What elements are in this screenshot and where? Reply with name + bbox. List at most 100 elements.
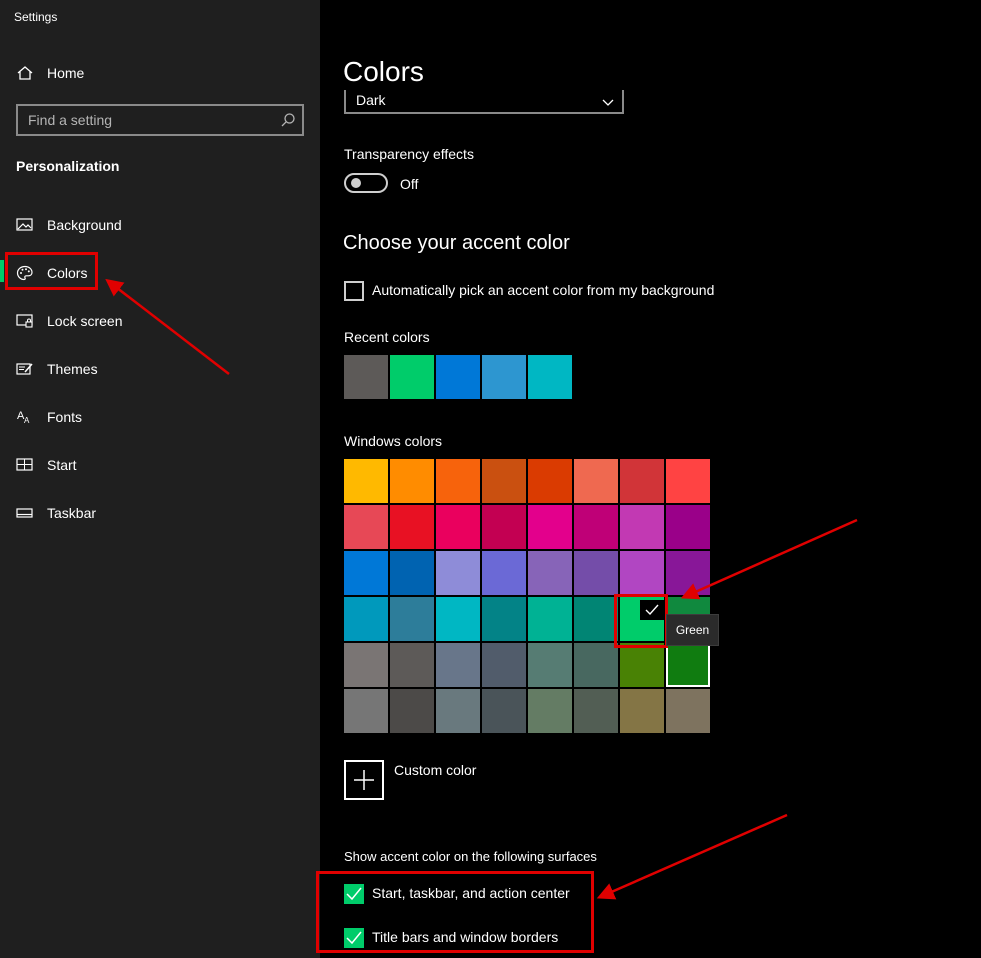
windows-color-swatch[interactable] xyxy=(528,643,572,687)
main-panel: Colors Dark Transparency effects Off Cho… xyxy=(320,0,981,958)
windows-color-swatch[interactable] xyxy=(666,689,710,733)
windows-color-swatch[interactable] xyxy=(528,505,572,549)
home-icon xyxy=(16,65,34,81)
auto-pick-label: Automatically pick an accent color from … xyxy=(372,282,715,298)
windows-color-swatch[interactable] xyxy=(482,551,526,595)
windows-color-swatch[interactable] xyxy=(390,505,434,549)
windows-color-swatch[interactable] xyxy=(574,459,618,503)
sidebar-item-taskbar[interactable]: Taskbar xyxy=(0,493,320,533)
section-heading: Personalization xyxy=(16,158,120,174)
windows-color-swatch[interactable] xyxy=(620,459,664,503)
windows-color-swatch[interactable] xyxy=(528,689,572,733)
windows-color-swatch[interactable] xyxy=(666,459,710,503)
sidebar-item-home[interactable]: Home xyxy=(0,53,320,93)
windows-color-swatch[interactable] xyxy=(528,459,572,503)
annotation-box-colors xyxy=(5,252,98,290)
windows-color-swatch[interactable] xyxy=(436,689,480,733)
windows-color-swatch[interactable] xyxy=(390,689,434,733)
sidebar-item-label: Background xyxy=(47,217,122,233)
windows-color-swatch[interactable] xyxy=(666,551,710,595)
plus-icon xyxy=(354,770,374,790)
color-mode-dropdown[interactable]: Dark xyxy=(344,90,624,114)
recent-colors-label: Recent colors xyxy=(344,329,430,345)
windows-color-swatch[interactable] xyxy=(344,597,388,641)
checkmark-icon xyxy=(640,600,664,620)
windows-color-swatch[interactable] xyxy=(390,551,434,595)
sidebar-item-themes[interactable]: Themes xyxy=(0,349,320,389)
windows-color-swatch[interactable] xyxy=(482,597,526,641)
sidebar-item-start[interactable]: Start xyxy=(0,445,320,485)
windows-color-swatch[interactable] xyxy=(482,505,526,549)
recent-color-swatch[interactable] xyxy=(528,355,572,399)
sidebar-item-lock-screen[interactable]: Lock screen xyxy=(0,301,320,341)
sidebar-item-label: Themes xyxy=(47,361,98,377)
sidebar: Settings Home Personalization Background… xyxy=(0,0,320,958)
app-title: Settings xyxy=(14,10,58,24)
sidebar-item-label: Home xyxy=(47,65,85,81)
recent-color-swatch[interactable] xyxy=(390,355,434,399)
windows-color-swatch[interactable] xyxy=(482,459,526,503)
windows-color-swatch[interactable] xyxy=(574,551,618,595)
sidebar-item-background[interactable]: Background xyxy=(0,205,320,245)
auto-pick-checkbox[interactable] xyxy=(344,281,364,301)
windows-color-swatch[interactable] xyxy=(528,597,572,641)
annotation-box-surfaces xyxy=(316,871,594,953)
windows-color-swatch[interactable] xyxy=(482,689,526,733)
windows-color-swatch[interactable] xyxy=(620,505,664,549)
sidebar-item-label: Fonts xyxy=(47,409,83,425)
transparency-toggle[interactable] xyxy=(344,173,388,193)
toggle-knob xyxy=(351,178,361,188)
windows-color-swatch[interactable] xyxy=(666,643,710,687)
recent-color-swatch[interactable] xyxy=(482,355,526,399)
color-mode-value: Dark xyxy=(356,92,386,108)
svg-text:A: A xyxy=(24,416,30,425)
themes-icon xyxy=(16,361,34,377)
windows-color-swatch[interactable] xyxy=(666,505,710,549)
chevron-down-icon xyxy=(602,94,614,106)
search-input[interactable] xyxy=(18,106,278,134)
image-icon xyxy=(16,217,34,233)
search-box[interactable] xyxy=(16,104,304,136)
surfaces-label: Show accent color on the following surfa… xyxy=(344,849,597,864)
sidebar-item-label: Lock screen xyxy=(47,313,123,329)
search-icon[interactable] xyxy=(280,112,296,128)
windows-color-swatch[interactable] xyxy=(574,689,618,733)
windows-color-swatch[interactable] xyxy=(390,597,434,641)
windows-color-swatch[interactable] xyxy=(436,551,480,595)
windows-color-swatch[interactable] xyxy=(436,459,480,503)
windows-color-swatch[interactable] xyxy=(620,643,664,687)
taskbar-icon xyxy=(16,505,34,521)
transparency-label: Transparency effects xyxy=(344,146,474,162)
windows-color-swatch[interactable] xyxy=(390,459,434,503)
windows-color-swatch[interactable] xyxy=(436,505,480,549)
windows-colors-label: Windows colors xyxy=(344,433,443,449)
windows-color-swatch[interactable] xyxy=(344,551,388,595)
windows-color-swatch[interactable] xyxy=(344,459,388,503)
page-title: Colors xyxy=(343,56,424,87)
windows-color-swatch[interactable] xyxy=(344,643,388,687)
windows-color-swatch[interactable] xyxy=(528,551,572,595)
start-icon xyxy=(16,457,34,473)
windows-color-swatch[interactable] xyxy=(390,643,434,687)
recent-color-swatch[interactable] xyxy=(436,355,480,399)
windows-color-swatch[interactable] xyxy=(574,505,618,549)
windows-color-swatch[interactable] xyxy=(620,551,664,595)
windows-color-swatch[interactable] xyxy=(436,643,480,687)
fonts-icon: AA xyxy=(16,409,34,425)
windows-color-swatch[interactable] xyxy=(620,689,664,733)
lock-screen-icon xyxy=(16,313,34,329)
windows-color-swatch[interactable] xyxy=(574,643,618,687)
accent-heading: Choose your accent color xyxy=(343,232,570,254)
windows-color-swatch[interactable] xyxy=(344,505,388,549)
sidebar-item-fonts[interactable]: AA Fonts xyxy=(0,397,320,437)
windows-color-swatch[interactable] xyxy=(436,597,480,641)
transparency-state: Off xyxy=(400,176,419,192)
windows-color-swatch[interactable] xyxy=(482,643,526,687)
windows-color-swatch[interactable] xyxy=(344,689,388,733)
custom-color-label: Custom color xyxy=(394,762,477,778)
recent-color-swatch[interactable] xyxy=(344,355,388,399)
windows-color-swatch[interactable] xyxy=(574,597,618,641)
sidebar-item-label: Start xyxy=(47,457,77,473)
custom-color-button[interactable] xyxy=(344,760,384,800)
sidebar-item-label: Taskbar xyxy=(47,505,97,521)
